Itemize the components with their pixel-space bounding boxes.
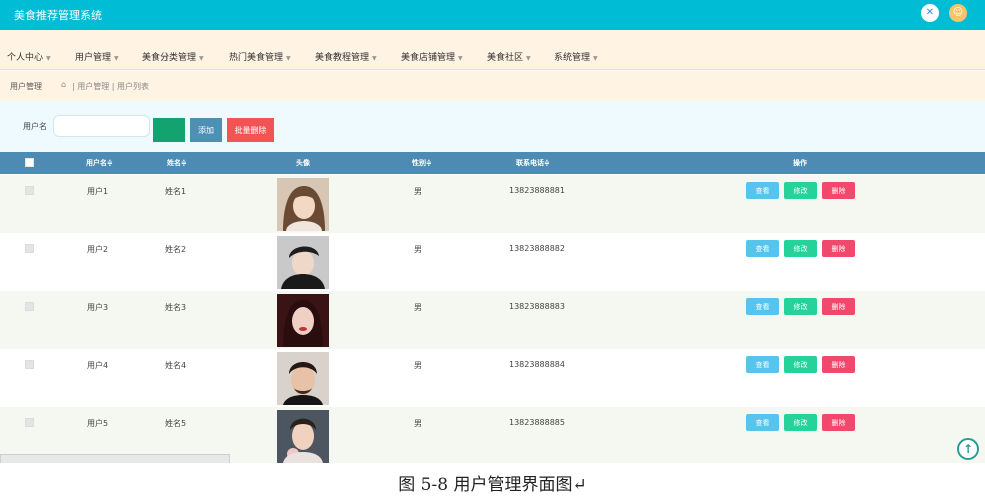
cell-name: 姓名2 xyxy=(165,245,187,254)
cell-gender: 男 xyxy=(414,361,422,370)
cell-phone: 13823888885 xyxy=(509,418,565,427)
user-avatar-icon[interactable]: ☺ xyxy=(949,4,967,22)
chevron-down-icon: ▼ xyxy=(199,55,204,62)
user-avatar-photo xyxy=(277,236,329,289)
home-icon[interactable]: ⌂ xyxy=(61,81,66,89)
edit-button[interactable]: 修改 xyxy=(784,240,817,257)
user-avatar-photo xyxy=(277,410,329,463)
user-avatar-photo xyxy=(277,352,329,405)
view-button[interactable]: 查看 xyxy=(746,240,779,257)
nav-item-system-management[interactable]: 系统管理 ▼ xyxy=(554,50,598,63)
batch-delete-button[interactable]: 批量删除 xyxy=(227,118,274,142)
row-checkbox[interactable] xyxy=(25,418,34,427)
table-row: 用户3 姓名3 男 13823888883 查看 修改 删除 xyxy=(0,291,985,349)
hand-cursor-icon: ☝ xyxy=(162,51,169,64)
row-checkbox[interactable] xyxy=(25,302,34,311)
cell-gender: 男 xyxy=(414,303,422,312)
chevron-down-icon: ▼ xyxy=(526,55,531,62)
nav-item-hot-food[interactable]: 热门美食管理 ▼ xyxy=(229,50,291,63)
search-label: 用户名 xyxy=(23,122,47,131)
username-search-input[interactable] xyxy=(53,115,150,137)
user-avatar-photo xyxy=(277,178,329,231)
nav-item-food-shop[interactable]: 美食店铺管理 ▼ xyxy=(401,50,463,63)
nav-item-personal-center[interactable]: 个人中心 ▼ xyxy=(7,50,51,63)
cell-name: 姓名1 xyxy=(165,187,187,196)
table-row: 用户4 姓名4 男 13823888884 查看 修改 删除 xyxy=(0,349,985,407)
delete-button[interactable]: 删除 xyxy=(822,356,855,373)
column-header-gender[interactable]: 性别≑ xyxy=(412,158,432,168)
breadcrumb-section: 用户管理 xyxy=(10,82,42,91)
cell-username: 用户3 xyxy=(87,303,109,312)
status-bar-url xyxy=(0,454,230,463)
chevron-down-icon: ▼ xyxy=(372,55,377,62)
search-button[interactable] xyxy=(153,118,185,142)
screenshot-area: 美食推荐管理系统 ✕ ☺ 个人中心 ▼ 用户管理 ▼ 美食分类管理 ▼ 热门美食管理 ▼… xyxy=(0,0,985,463)
fullscreen-icon[interactable]: ✕ xyxy=(921,4,939,22)
view-button[interactable]: 查看 xyxy=(746,298,779,315)
breadcrumb: 用户管理 ⌂ | 用户管理 | 用户列表 xyxy=(0,71,985,101)
view-button[interactable]: 查看 xyxy=(746,414,779,431)
row-checkbox[interactable] xyxy=(25,244,34,253)
cell-username: 用户5 xyxy=(87,419,109,428)
cell-phone: 13823888884 xyxy=(509,360,565,369)
chevron-down-icon: ▼ xyxy=(593,55,598,62)
cell-gender: 男 xyxy=(414,419,422,428)
cell-phone: 13823888883 xyxy=(509,302,565,311)
cell-name: 姓名5 xyxy=(165,419,187,428)
delete-button[interactable]: 删除 xyxy=(822,414,855,431)
chevron-down-icon: ▼ xyxy=(114,55,119,62)
edit-button[interactable]: 修改 xyxy=(784,298,817,315)
search-panel: 用户名 xyxy=(0,101,985,152)
app-title: 美食推荐管理系统 xyxy=(14,9,102,22)
view-button[interactable]: 查看 xyxy=(746,182,779,199)
edit-button[interactable]: 修改 xyxy=(784,356,817,373)
nav-item-user-management[interactable]: 用户管理 ▼ xyxy=(75,50,119,63)
user-avatar-photo xyxy=(277,294,329,347)
cell-gender: 男 xyxy=(414,187,422,196)
delete-button[interactable]: 删除 xyxy=(822,298,855,315)
select-all-checkbox[interactable] xyxy=(25,158,34,167)
cell-phone: 13823888882 xyxy=(509,244,565,253)
cell-username: 用户1 xyxy=(87,187,109,196)
table-header: 用户名≑ 姓名≑ 头像 性别≑ 联系电话≑ 操作 xyxy=(0,152,985,174)
nav-item-food-community[interactable]: 美食社区 ▼ xyxy=(487,50,531,63)
delete-button[interactable]: 删除 xyxy=(822,240,855,257)
column-header-username[interactable]: 用户名≑ xyxy=(86,158,113,168)
column-header-phone[interactable]: 联系电话≑ xyxy=(516,158,550,168)
main-nav: 个人中心 ▼ 用户管理 ▼ 美食分类管理 ▼ 热门美食管理 ▼ 美食教程管理 ▼ 美食店铺… xyxy=(0,30,985,70)
figure-caption: 图 5-8 用户管理界面图↵ xyxy=(398,475,587,495)
chevron-down-icon: ▼ xyxy=(286,55,291,62)
nav-item-food-category[interactable]: 美食分类管理 ▼ xyxy=(142,50,204,63)
column-header-name[interactable]: 姓名≑ xyxy=(167,158,187,168)
delete-button[interactable]: 删除 xyxy=(822,182,855,199)
breadcrumb-path: | 用户管理 | 用户列表 xyxy=(72,82,150,91)
scroll-to-top-icon[interactable]: ↑ xyxy=(957,438,979,460)
view-button[interactable]: 查看 xyxy=(746,356,779,373)
column-header-actions: 操作 xyxy=(793,159,807,167)
top-bar: 美食推荐管理系统 ✕ ☺ xyxy=(0,0,985,30)
nav-item-food-tutorial[interactable]: 美食教程管理 ▼ xyxy=(315,50,377,63)
table-row: 用户2 姓名2 男 13823888882 查看 修改 删除 xyxy=(0,233,985,291)
edit-button[interactable]: 修改 xyxy=(784,414,817,431)
table-row: 用户1 姓名1 男 13823888881 查看 修改 删除 xyxy=(0,175,985,233)
cell-gender: 男 xyxy=(414,245,422,254)
cell-name: 姓名3 xyxy=(165,303,187,312)
cell-username: 用户4 xyxy=(87,361,109,370)
cell-name: 姓名4 xyxy=(165,361,187,370)
cell-phone: 13823888881 xyxy=(509,186,565,195)
add-button[interactable]: 添加 xyxy=(190,118,222,142)
row-checkbox[interactable] xyxy=(25,186,34,195)
chevron-down-icon: ▼ xyxy=(458,55,463,62)
row-checkbox[interactable] xyxy=(25,360,34,369)
edit-button[interactable]: 修改 xyxy=(784,182,817,199)
column-header-avatar: 头像 xyxy=(296,159,310,167)
chevron-down-icon: ▼ xyxy=(46,55,51,62)
cell-username: 用户2 xyxy=(87,245,109,254)
